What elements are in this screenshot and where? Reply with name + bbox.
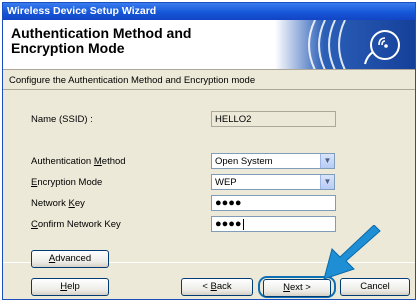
network-key-label: Network Key — [31, 198, 85, 209]
ssid-label: Name (SSID) : — [31, 114, 93, 125]
encryption-mode-label: Encryption Mode — [31, 177, 103, 188]
advanced-button[interactable]: Advanced — [31, 250, 109, 268]
confirm-key-label: Confirm Network Key — [31, 219, 121, 230]
auth-method-value: Open System — [215, 156, 273, 167]
title-bar: Wireless Device Setup Wizard — [3, 3, 415, 20]
network-key-input[interactable]: ●●●● — [211, 195, 336, 211]
chevron-down-icon[interactable]: ▼ — [320, 154, 334, 168]
help-button[interactable]: Help — [31, 278, 109, 296]
page-title: Authentication Method and Encryption Mod… — [11, 25, 192, 56]
encryption-mode-value: WEP — [215, 177, 237, 188]
wizard-header: Authentication Method and Encryption Mod… — [3, 20, 415, 70]
page-subtitle: Configure the Authentication Method and … — [9, 75, 256, 86]
text-caret — [242, 218, 244, 230]
ssid-field: HELLO2 — [211, 111, 336, 127]
chevron-down-icon[interactable]: ▼ — [320, 175, 334, 189]
window-title: Wireless Device Setup Wizard — [7, 5, 157, 17]
arrow-pointer-icon — [323, 225, 381, 280]
encryption-mode-select[interactable]: WEP ▼ — [211, 174, 335, 190]
wifi-waves-icon — [275, 20, 415, 69]
auth-method-label: Authentication Method — [31, 156, 126, 167]
back-button[interactable]: < Back — [181, 278, 253, 296]
wizard-window: Wireless Device Setup Wizard Authenticat… — [2, 2, 416, 300]
auth-method-select[interactable]: Open System ▼ — [211, 153, 335, 169]
